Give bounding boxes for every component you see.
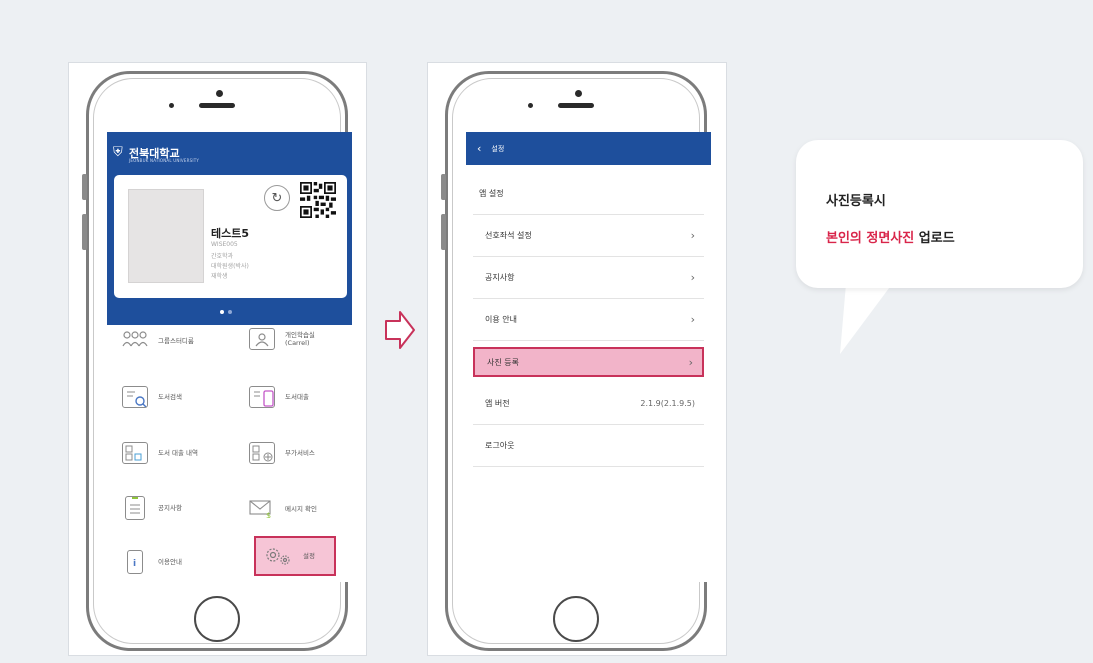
card-holder-name: 테스트5 (211, 227, 250, 240)
chevron-right-icon: › (690, 313, 695, 326)
bubble-title: 사진등록시 (826, 194, 886, 209)
notice-icon (125, 496, 145, 520)
chevron-right-icon: › (688, 355, 693, 369)
row-notice[interactable]: 공지사항 › (473, 257, 704, 299)
menu-carrel[interactable]: 개인학습실 (Carrel) (249, 328, 315, 350)
chevron-right-icon: › (690, 271, 695, 284)
row-label: 공지사항 (485, 273, 515, 282)
menu-loan-history[interactable]: 도서 대출 내역 (122, 442, 198, 464)
menu-usage-guide[interactable]: i 이용안내 (122, 550, 182, 574)
right-step-panel: ‹ 설정 앱 설정 선호좌석 설정 › 공지사항 › 이용 안내 › 사진 등록… (427, 62, 727, 656)
home-button[interactable] (553, 596, 599, 642)
menu-label-additional-services: 부가서비스 (285, 449, 315, 457)
menu-settings[interactable]: 설정 (263, 545, 315, 567)
bubble-instruction: 본인의 정면사진 업로드 (826, 227, 955, 246)
card-student-id: WISE005 (211, 241, 238, 248)
home-button[interactable] (194, 596, 240, 642)
menu-message-check[interactable]: $ 메시지 확인 (249, 498, 317, 520)
row-usage-guide[interactable]: 이용 안내 › (473, 299, 704, 341)
refresh-icon[interactable]: ↻ (264, 185, 290, 211)
book-search-icon (122, 386, 148, 408)
row-label: 사진 등록 (487, 357, 519, 367)
menu-label-book-search: 도서검색 (158, 393, 182, 401)
menu-label-message: 메시지 확인 (285, 505, 317, 513)
menu-label-settings: 설정 (303, 552, 315, 560)
left-phone-screen: ⛨ 전북대학교 JEONBUK NATIONAL UNIVERSITY ↻ 테스… (107, 132, 352, 582)
mobile-id-header: ⛨ 전북대학교 JEONBUK NATIONAL UNIVERSITY ↻ 테스… (107, 132, 352, 325)
row-label: 앱 버전 (485, 399, 510, 408)
volume-down-button (441, 214, 446, 250)
loan-history-icon (122, 442, 148, 464)
row-app-version: 앱 버전 2.1.9(2.1.9.5) (473, 383, 704, 425)
row-photo-registration[interactable]: 사진 등록 › (473, 347, 704, 377)
right-phone-frame: ‹ 설정 앱 설정 선호좌석 설정 › 공지사항 › 이용 안내 › 사진 등록… (441, 71, 711, 651)
university-emblem-icon: ⛨ (113, 145, 123, 160)
menu-additional-services[interactable]: 부가서비스 (249, 442, 315, 464)
additional-service-icon (249, 442, 275, 464)
card-department: 간호학과 (211, 253, 234, 260)
front-camera (575, 90, 582, 97)
front-camera (216, 90, 223, 97)
volume-up-button (441, 174, 446, 200)
card-page-indicator (220, 310, 232, 314)
menu-label-loan-history: 도서 대출 내역 (158, 449, 199, 457)
menu-notice[interactable]: 공지사항 (122, 496, 182, 520)
row-label: 로그아웃 (485, 441, 515, 450)
app-version-value: 2.1.9(2.1.9.5) (640, 399, 695, 408)
message-icon: $ (249, 498, 275, 520)
chevron-right-icon: › (690, 229, 695, 242)
menu-group-study-room[interactable]: 그룹스터디룸 (122, 330, 194, 352)
row-label: 선호좌석 설정 (485, 231, 532, 240)
id-photo-placeholder[interactable] (128, 189, 204, 283)
menu-label-usage-guide: 이용안내 (158, 558, 182, 566)
svg-text:i: i (133, 559, 136, 569)
row-label: 이용 안내 (485, 315, 517, 324)
gear-icon (263, 545, 293, 567)
instruction-speech-bubble: 사진등록시 본인의 정면사진 업로드 (796, 140, 1083, 288)
info-icon: i (127, 550, 143, 574)
back-chevron-icon[interactable]: ‹ (477, 142, 481, 155)
earpiece-speaker (558, 103, 594, 108)
menu-label-carrel: 개인학습실 (Carrel) (285, 331, 315, 347)
group-study-icon (122, 330, 148, 352)
qr-code-icon (300, 182, 336, 218)
volume-down-button (82, 214, 87, 250)
carrel-icon (249, 328, 275, 350)
menu-label-notice: 공지사항 (158, 504, 182, 512)
left-phone-frame: ⛨ 전북대학교 JEONBUK NATIONAL UNIVERSITY ↻ 테스… (82, 71, 352, 651)
svg-text:$: $ (266, 511, 271, 518)
settings-nav-title: 설정 (491, 144, 505, 153)
earpiece-speaker (199, 103, 235, 108)
next-step-arrow-icon (385, 311, 415, 349)
sensor-dot (528, 103, 533, 108)
left-step-panel: ⛨ 전북대학교 JEONBUK NATIONAL UNIVERSITY ↻ 테스… (68, 62, 367, 656)
settings-screen: ‹ 설정 앱 설정 선호좌석 설정 › 공지사항 › 이용 안내 › 사진 등록… (466, 132, 711, 582)
menu-label-group-study: 그룹스터디룸 (158, 337, 194, 345)
card-program: 대학원생(박사) (211, 263, 249, 270)
book-loan-icon (249, 386, 275, 408)
bubble-rest-text: 업로드 (914, 231, 955, 246)
sensor-dot (169, 103, 174, 108)
menu-label-book-loan: 도서대출 (285, 393, 309, 401)
bubble-highlight-text: 본인의 정면사진 (826, 231, 915, 246)
speech-bubble-tail (840, 284, 892, 354)
university-logo-subtitle: JEONBUK NATIONAL UNIVERSITY (129, 158, 199, 163)
menu-book-loan[interactable]: 도서대출 (249, 386, 309, 408)
student-id-card: ↻ 테스트5 WISE005 간호학과 대학원생(박사) 재학생 (114, 175, 347, 298)
settings-nav-bar: ‹ 설정 (466, 132, 711, 165)
volume-up-button (82, 174, 87, 200)
card-status: 재학생 (211, 273, 228, 280)
menu-book-search[interactable]: 도서검색 (122, 386, 182, 408)
row-logout[interactable]: 로그아웃 (473, 425, 704, 467)
row-preferred-seat[interactable]: 선호좌석 설정 › (473, 215, 704, 257)
app-settings-section-title: 앱 설정 (479, 189, 504, 198)
